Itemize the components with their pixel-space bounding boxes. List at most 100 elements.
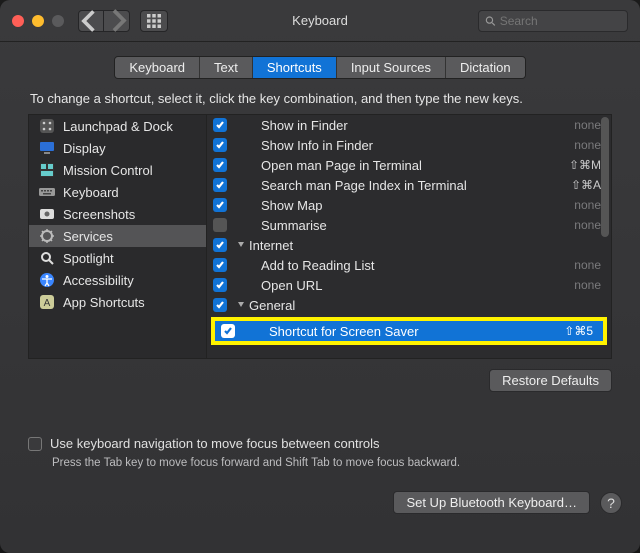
shortcut-row[interactable]: Open man Page in Terminal⇧⌘M — [207, 155, 611, 175]
titlebar: Keyboard — [0, 0, 640, 42]
tab-dictation[interactable]: Dictation — [446, 57, 525, 78]
checkbox-icon[interactable] — [213, 298, 227, 312]
nav-buttons — [78, 10, 130, 32]
keyboard-icon — [39, 184, 55, 200]
checkbox-icon[interactable] — [213, 118, 227, 132]
search-icon — [485, 15, 496, 27]
shortcut-list: Show in Finder none Show Info in Finder non… — [207, 115, 611, 358]
checkbox-icon[interactable] — [213, 238, 227, 252]
category-sidebar: Launchpad & Dock Display Mission Control Ke… — [29, 115, 207, 358]
bottom-bar: Set Up Bluetooth Keyboard… ? — [18, 491, 622, 514]
footer: Use keyboard navigation to move focus be… — [28, 436, 612, 469]
sidebar-item-label: Spotlight — [63, 251, 114, 266]
search-input[interactable] — [500, 14, 621, 28]
checkbox-icon[interactable] — [213, 158, 227, 172]
shortcut-key: none — [574, 258, 601, 272]
tab-shortcuts[interactable]: Shortcuts — [253, 57, 337, 78]
sidebar-item-label: Mission Control — [63, 163, 153, 178]
search-field[interactable] — [478, 10, 628, 32]
sidebar-item-mission-control[interactable]: Mission Control — [29, 159, 206, 181]
sidebar-item-spotlight[interactable]: Spotlight — [29, 247, 206, 269]
sidebar-item-services[interactable]: Services — [29, 225, 206, 247]
shortcut-key: ⇧⌘5 — [564, 324, 593, 338]
shortcut-label: Open man Page in Terminal — [237, 158, 563, 173]
zoom-window-button[interactable] — [52, 15, 64, 27]
shortcut-label: Show Map — [237, 198, 568, 213]
shortcut-label: Shortcut for Screen Saver — [245, 324, 558, 339]
show-all-button[interactable] — [140, 10, 168, 32]
shortcut-row[interactable]: Open URL none — [207, 275, 611, 295]
sidebar-item-display[interactable]: Display — [29, 137, 206, 159]
shortcut-key: none — [574, 278, 601, 292]
shortcut-key: none — [574, 198, 601, 212]
svg-text:A: A — [44, 298, 51, 309]
shortcut-label: Show Info in Finder — [237, 138, 568, 153]
back-button[interactable] — [78, 10, 104, 32]
launchpad-icon — [39, 118, 55, 134]
shortcut-label: Add to Reading List — [237, 258, 568, 273]
keyboard-nav-label: Use keyboard navigation to move focus be… — [50, 436, 380, 451]
screenshots-icon — [39, 206, 55, 222]
checkbox-icon[interactable] — [213, 278, 227, 292]
shortcut-row[interactable]: Search man Page Index in Terminal ⇧⌘A — [207, 175, 611, 195]
highlighted-shortcut: Shortcut for Screen Saver ⇧⌘5 — [211, 317, 607, 345]
scrollbar[interactable] — [601, 117, 609, 237]
sidebar-item-label: Launchpad & Dock — [63, 119, 173, 134]
shortcut-row[interactable]: Show in Finder none — [207, 115, 611, 135]
group-label: Internet — [249, 238, 601, 253]
help-button[interactable]: ? — [600, 492, 622, 514]
tab-keyboard[interactable]: Keyboard — [115, 57, 200, 78]
shortcut-key: ⇧⌘A — [571, 178, 601, 192]
shortcut-label: Search man Page Index in Terminal — [237, 178, 565, 193]
grid-icon — [147, 14, 161, 28]
shortcut-row[interactable]: Show Info in Finder none — [207, 135, 611, 155]
disclosure-triangle-icon — [237, 241, 245, 249]
sidebar-item-label: Keyboard — [63, 185, 119, 200]
checkbox-icon[interactable] — [213, 218, 227, 232]
close-window-button[interactable] — [12, 15, 24, 27]
checkbox-icon[interactable] — [221, 324, 235, 338]
minimize-window-button[interactable] — [32, 15, 44, 27]
group-label: General — [249, 298, 601, 313]
bluetooth-keyboard-button[interactable]: Set Up Bluetooth Keyboard… — [393, 491, 590, 514]
shortcut-key: none — [574, 218, 601, 232]
checkbox-icon[interactable] — [213, 258, 227, 272]
sidebar-item-label: App Shortcuts — [63, 295, 145, 310]
appshortcuts-icon: A — [39, 294, 55, 310]
restore-defaults-button[interactable]: Restore Defaults — [489, 369, 612, 392]
window-controls — [12, 15, 64, 27]
shortcut-group[interactable]: General — [207, 295, 611, 315]
spotlight-icon — [39, 250, 55, 266]
shortcut-key: none — [574, 118, 601, 132]
shortcut-label: Open URL — [237, 278, 568, 293]
checkbox-icon — [28, 437, 42, 451]
services-icon — [39, 228, 55, 244]
sidebar-item-keyboard[interactable]: Keyboard — [29, 181, 206, 203]
checkbox-icon[interactable] — [213, 198, 227, 212]
shortcut-key: none — [574, 138, 601, 152]
instruction-text: To change a shortcut, select it, click t… — [0, 89, 640, 114]
shortcut-row[interactable]: Summarisenone — [207, 215, 611, 235]
checkbox-icon[interactable] — [213, 178, 227, 192]
tab-input-sources[interactable]: Input Sources — [337, 57, 446, 78]
sidebar-item-screenshots[interactable]: Screenshots — [29, 203, 206, 225]
main-area: Launchpad & Dock Display Mission Control Ke… — [28, 114, 612, 359]
shortcut-row[interactable]: Show Map none — [207, 195, 611, 215]
sidebar-item-app-shortcuts[interactable]: A App Shortcuts — [29, 291, 206, 313]
shortcut-label: Show in Finder — [237, 118, 568, 133]
shortcut-row[interactable]: Add to Reading List none — [207, 255, 611, 275]
checkbox-icon[interactable] — [213, 138, 227, 152]
sidebar-item-label: Accessibility — [63, 273, 134, 288]
shortcut-group[interactable]: Internet — [207, 235, 611, 255]
disclosure-triangle-icon — [237, 301, 245, 309]
keyboard-nav-checkbox[interactable]: Use keyboard navigation to move focus be… — [28, 436, 612, 451]
tabs: KeyboardTextShortcutsInput SourcesDictat… — [0, 56, 640, 79]
display-icon — [39, 140, 55, 156]
sidebar-item-accessibility[interactable]: Accessibility — [29, 269, 206, 291]
preferences-window: Keyboard KeyboardTextShortcutsInput Sour… — [0, 0, 640, 553]
tab-text[interactable]: Text — [200, 57, 253, 78]
shortcut-row[interactable]: Shortcut for Screen Saver ⇧⌘5 — [215, 321, 603, 341]
sidebar-item-label: Screenshots — [63, 207, 135, 222]
forward-button[interactable] — [104, 10, 130, 32]
sidebar-item-launchpad-dock[interactable]: Launchpad & Dock — [29, 115, 206, 137]
